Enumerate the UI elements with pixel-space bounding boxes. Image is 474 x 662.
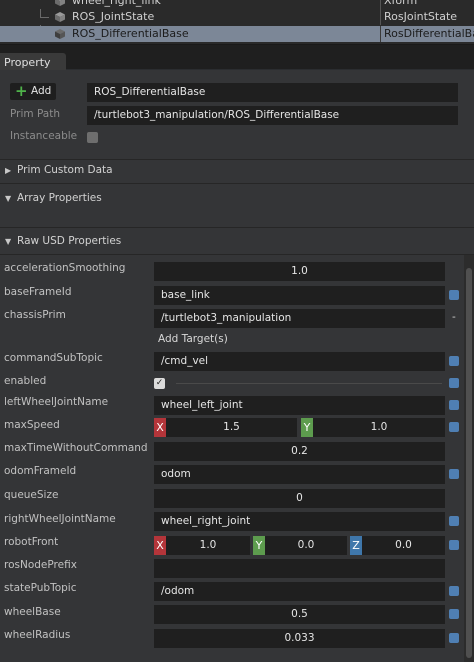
field-robotfront-x[interactable]: 1.0 <box>166 536 250 555</box>
axis-x-label: X <box>154 536 166 555</box>
field-baseframeid[interactable]: base_link <box>154 286 445 305</box>
field-maxspeed-x[interactable]: 1.5 <box>166 418 297 437</box>
prim-cube-icon <box>55 0 65 6</box>
field-odomframeid[interactable]: odom <box>154 465 445 484</box>
default-value-indicator[interactable] <box>449 540 459 550</box>
default-value-indicator[interactable] <box>449 633 459 643</box>
prop-label-odomframeid: odomFrameId <box>4 465 77 477</box>
default-value-indicator[interactable] <box>449 609 459 619</box>
tree-row-type: RosJointState <box>384 10 458 23</box>
field-statepubtopic[interactable]: /odom <box>154 582 445 601</box>
tree-row-name: wheel_right_link <box>72 0 161 7</box>
prop-label-wheelradius: wheelRadius <box>4 629 71 641</box>
add-targets-button[interactable]: Add Target(s) <box>158 333 228 345</box>
section-title: Raw USD Properties <box>17 235 122 247</box>
field-robotfront-z[interactable]: 0.0 <box>362 536 445 555</box>
section-title: Array Properties <box>17 192 102 204</box>
triangle-down-icon: ▼ <box>5 237 12 246</box>
default-value-indicator[interactable] <box>449 400 459 410</box>
prim-path-field[interactable]: /turtlebot3_manipulation/ROS_Differentia… <box>87 106 458 125</box>
prop-label-chassisprim: chassisPrim <box>4 309 66 321</box>
default-value-indicator[interactable] <box>449 290 459 300</box>
instanceable-label: Instanceable <box>10 130 78 142</box>
section-prim-custom-data[interactable]: ▶ Prim Custom Data <box>0 160 474 182</box>
default-value-indicator[interactable] <box>449 516 459 526</box>
prop-label-commandsubtopic: commandSubTopic <box>4 352 103 364</box>
field-robotfront-y[interactable]: 0.0 <box>265 536 347 555</box>
prop-label-wheelbase: wheelBase <box>4 606 61 618</box>
tree-row-type: RosDifferentialBase <box>384 27 474 40</box>
tree-row-type: Xform <box>384 0 418 7</box>
tree-row-name: ROS_JointState <box>72 10 155 23</box>
tree-row-name: ROS_DifferentialBase <box>72 27 189 40</box>
prim-name-field[interactable]: ROS_DifferentialBase <box>87 83 458 102</box>
field-wheelbase[interactable]: 0.5 <box>154 605 445 624</box>
field-leftwheeljointname[interactable]: wheel_left_joint <box>154 396 445 415</box>
default-value-indicator[interactable] <box>449 378 459 388</box>
prop-label-queuesize: queueSize <box>4 489 59 501</box>
default-value-indicator[interactable] <box>449 586 459 596</box>
add-label: Add <box>31 85 52 97</box>
field-maxtimewithoutcommand[interactable]: 0.2 <box>154 442 445 461</box>
prop-label-leftwheeljointname: leftWheelJointName <box>4 396 109 408</box>
instanceable-checkbox[interactable] <box>87 132 98 143</box>
field-wheelradius[interactable]: 0.033 <box>154 629 445 648</box>
remove-target-button[interactable]: - <box>452 311 456 323</box>
prop-label-maxtimewithoutcommand: maxTimeWithoutCommand <box>4 442 148 454</box>
section-array-properties[interactable]: ▼ Array Properties <box>0 188 474 210</box>
divider <box>176 383 442 384</box>
axis-z-label: Z <box>350 536 362 555</box>
prim-cube-icon <box>55 29 65 39</box>
field-chassisprim[interactable]: /turtlebot3_manipulation <box>154 309 445 328</box>
triangle-right-icon: ▶ <box>5 166 12 175</box>
prop-label-robotfront: robotFront <box>4 536 59 548</box>
axis-x-label: X <box>154 418 166 437</box>
prop-label-baseframeid: baseFrameId <box>4 286 72 298</box>
field-accelerationsmoothing[interactable]: 1.0 <box>154 262 445 281</box>
scrollbar-thumb[interactable] <box>466 268 472 658</box>
field-rosnodeprefix[interactable] <box>154 559 445 578</box>
prop-label-accelerationsmoothing: accelerationSmoothing <box>4 262 126 274</box>
tab-bar <box>0 45 474 69</box>
axis-y-label: Y <box>301 418 313 437</box>
field-maxspeed-y[interactable]: 1.0 <box>313 418 445 437</box>
field-commandsubtopic[interactable]: /cmd_vel <box>154 352 445 371</box>
field-queuesize[interactable]: 0 <box>154 489 445 508</box>
tree-row-ros-jointstate[interactable]: ROS_JointState RosJointState <box>0 9 474 25</box>
default-value-indicator[interactable] <box>449 422 459 432</box>
section-raw-usd-properties[interactable]: ▼ Raw USD Properties <box>0 231 474 253</box>
field-rightwheeljointname[interactable]: wheel_right_joint <box>154 512 445 531</box>
tree-row-wheel-right-link[interactable]: wheel_right_link Xform <box>0 0 474 9</box>
add-button[interactable]: + Add <box>10 82 56 100</box>
stage-tree: wheel_right_link Xform ROS_JointState Ro… <box>0 0 474 45</box>
prim-cube-icon <box>55 12 65 22</box>
plus-icon: + <box>15 82 28 100</box>
section-title: Prim Custom Data <box>17 164 113 176</box>
prop-label-maxspeed: maxSpeed <box>4 419 60 431</box>
prop-label-statepubtopic: statePubTopic <box>4 582 77 594</box>
tree-row-ros-differentialbase[interactable]: ROS_DifferentialBase RosDifferentialBase <box>0 26 474 42</box>
prop-label-rightwheeljointname: rightWheelJointName <box>4 513 116 525</box>
default-value-indicator[interactable] <box>449 356 459 366</box>
enabled-checkbox[interactable]: ✓ <box>154 378 165 389</box>
default-value-indicator[interactable] <box>449 469 459 479</box>
axis-y-label: Y <box>253 536 265 555</box>
tab-property[interactable]: Property <box>0 53 66 71</box>
prop-label-enabled: enabled <box>4 375 47 387</box>
prop-label-rosnodeprefix: rosNodePrefix <box>4 559 77 571</box>
prim-path-label: Prim Path <box>10 108 61 120</box>
triangle-down-icon: ▼ <box>5 194 12 203</box>
